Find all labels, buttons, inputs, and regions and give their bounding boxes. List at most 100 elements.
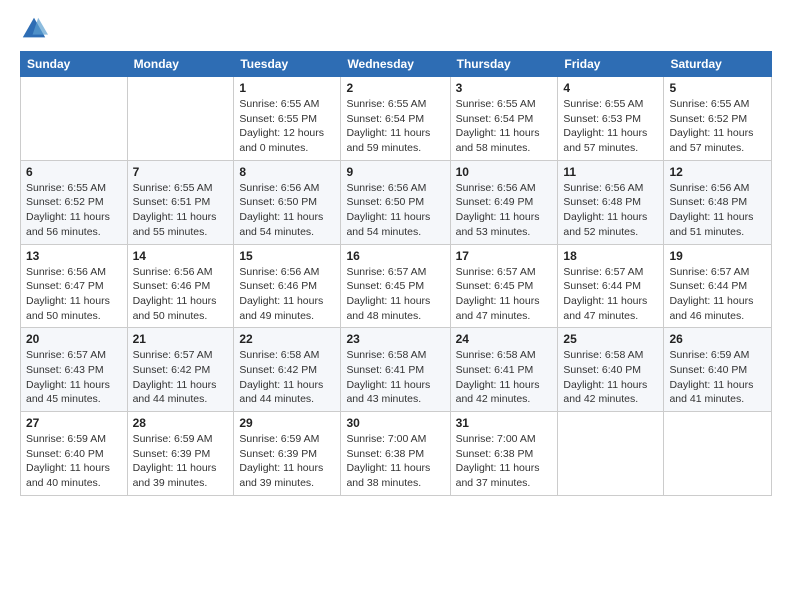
calendar-cell: 16 Sunrise: 6:57 AMSunset: 6:45 PMDayligh… bbox=[341, 244, 450, 328]
day-number: 26 bbox=[669, 332, 766, 346]
weekday-header-wednesday: Wednesday bbox=[341, 52, 450, 77]
logo bbox=[20, 15, 52, 43]
day-number: 6 bbox=[26, 165, 122, 179]
calendar-cell: 5 Sunrise: 6:55 AMSunset: 6:52 PMDaylight… bbox=[664, 77, 772, 161]
day-number: 21 bbox=[133, 332, 229, 346]
day-number: 23 bbox=[346, 332, 444, 346]
day-info: Sunrise: 6:56 AMSunset: 6:50 PMDaylight:… bbox=[239, 181, 335, 240]
day-number: 3 bbox=[456, 81, 553, 95]
day-info: Sunrise: 6:58 AMSunset: 6:40 PMDaylight:… bbox=[563, 348, 658, 407]
day-info: Sunrise: 6:58 AMSunset: 6:41 PMDaylight:… bbox=[456, 348, 553, 407]
day-number: 15 bbox=[239, 249, 335, 263]
calendar-cell: 2 Sunrise: 6:55 AMSunset: 6:54 PMDaylight… bbox=[341, 77, 450, 161]
day-number: 16 bbox=[346, 249, 444, 263]
day-number: 14 bbox=[133, 249, 229, 263]
calendar-cell: 21 Sunrise: 6:57 AMSunset: 6:42 PMDayligh… bbox=[127, 328, 234, 412]
calendar-cell: 3 Sunrise: 6:55 AMSunset: 6:54 PMDaylight… bbox=[450, 77, 558, 161]
calendar-cell: 1Sunrise: 6:55 AMSunset: 6:55 PMDaylight… bbox=[234, 77, 341, 161]
calendar-cell: 23 Sunrise: 6:58 AMSunset: 6:41 PMDayligh… bbox=[341, 328, 450, 412]
weekday-header-friday: Friday bbox=[558, 52, 664, 77]
day-info: Sunrise: 6:55 AMSunset: 6:51 PMDaylight:… bbox=[133, 181, 229, 240]
day-info: Sunrise: 6:58 AMSunset: 6:41 PMDaylight:… bbox=[346, 348, 444, 407]
calendar-cell: 19 Sunrise: 6:57 AMSunset: 6:44 PMDayligh… bbox=[664, 244, 772, 328]
calendar-cell: 6 Sunrise: 6:55 AMSunset: 6:52 PMDaylight… bbox=[21, 160, 128, 244]
day-number: 2 bbox=[346, 81, 444, 95]
day-info: Sunrise: 6:57 AMSunset: 6:43 PMDaylight:… bbox=[26, 348, 122, 407]
calendar-cell: 12Sunrise: 6:56 AMSunset: 6:48 PMDayligh… bbox=[664, 160, 772, 244]
calendar-cell: 28 Sunrise: 6:59 AMSunset: 6:39 PMDayligh… bbox=[127, 412, 234, 496]
day-number: 13 bbox=[26, 249, 122, 263]
day-info: Sunrise: 6:56 AMSunset: 6:46 PMDaylight:… bbox=[133, 265, 229, 324]
day-info: Sunrise: 6:59 AMSunset: 6:40 PMDaylight:… bbox=[669, 348, 766, 407]
day-number: 28 bbox=[133, 416, 229, 430]
week-row-3: 13 Sunrise: 6:56 AMSunset: 6:47 PMDayligh… bbox=[21, 244, 772, 328]
day-info: Sunrise: 6:57 AMSunset: 6:45 PMDaylight:… bbox=[456, 265, 553, 324]
week-row-2: 6 Sunrise: 6:55 AMSunset: 6:52 PMDaylight… bbox=[21, 160, 772, 244]
calendar-cell: 29 Sunrise: 6:59 AMSunset: 6:39 PMDayligh… bbox=[234, 412, 341, 496]
calendar-cell: 22 Sunrise: 6:58 AMSunset: 6:42 PMDayligh… bbox=[234, 328, 341, 412]
day-info: Sunrise: 6:59 AMSunset: 6:39 PMDaylight:… bbox=[133, 432, 229, 491]
week-row-5: 27 Sunrise: 6:59 AMSunset: 6:40 PMDayligh… bbox=[21, 412, 772, 496]
day-number: 27 bbox=[26, 416, 122, 430]
calendar-cell: 15Sunrise: 6:56 AMSunset: 6:46 PMDayligh… bbox=[234, 244, 341, 328]
day-number: 25 bbox=[563, 332, 658, 346]
day-number: 30 bbox=[346, 416, 444, 430]
calendar-cell: 27 Sunrise: 6:59 AMSunset: 6:40 PMDayligh… bbox=[21, 412, 128, 496]
calendar-cell: 20 Sunrise: 6:57 AMSunset: 6:43 PMDayligh… bbox=[21, 328, 128, 412]
day-info: Sunrise: 6:57 AMSunset: 6:42 PMDaylight:… bbox=[133, 348, 229, 407]
calendar-cell: 9 Sunrise: 6:56 AMSunset: 6:50 PMDaylight… bbox=[341, 160, 450, 244]
day-number: 1 bbox=[239, 81, 335, 95]
weekday-header-monday: Monday bbox=[127, 52, 234, 77]
day-number: 5 bbox=[669, 81, 766, 95]
weekday-header-row: SundayMondayTuesdayWednesdayThursdayFrid… bbox=[21, 52, 772, 77]
day-info: Sunrise: 6:56 AMSunset: 6:47 PMDaylight:… bbox=[26, 265, 122, 324]
day-info: Sunrise: 6:59 AMSunset: 6:40 PMDaylight:… bbox=[26, 432, 122, 491]
calendar-cell: 11Sunrise: 6:56 AMSunset: 6:48 PMDayligh… bbox=[558, 160, 664, 244]
calendar-cell: 4Sunrise: 6:55 AMSunset: 6:53 PMDaylight… bbox=[558, 77, 664, 161]
calendar-cell: 30 Sunrise: 7:00 AMSunset: 6:38 PMDayligh… bbox=[341, 412, 450, 496]
calendar-cell: 24 Sunrise: 6:58 AMSunset: 6:41 PMDayligh… bbox=[450, 328, 558, 412]
calendar-cell: 17 Sunrise: 6:57 AMSunset: 6:45 PMDayligh… bbox=[450, 244, 558, 328]
day-number: 9 bbox=[346, 165, 444, 179]
day-info: Sunrise: 6:55 AMSunset: 6:54 PMDaylight:… bbox=[346, 97, 444, 156]
calendar-table: SundayMondayTuesdayWednesdayThursdayFrid… bbox=[20, 51, 772, 496]
day-number: 19 bbox=[669, 249, 766, 263]
day-info: Sunrise: 6:55 AMSunset: 6:52 PMDaylight:… bbox=[26, 181, 122, 240]
day-number: 8 bbox=[239, 165, 335, 179]
calendar-cell: 18Sunrise: 6:57 AMSunset: 6:44 PMDayligh… bbox=[558, 244, 664, 328]
weekday-header-saturday: Saturday bbox=[664, 52, 772, 77]
calendar-cell: 7Sunrise: 6:55 AMSunset: 6:51 PMDaylight… bbox=[127, 160, 234, 244]
day-info: Sunrise: 6:57 AMSunset: 6:45 PMDaylight:… bbox=[346, 265, 444, 324]
week-row-1: 1Sunrise: 6:55 AMSunset: 6:55 PMDaylight… bbox=[21, 77, 772, 161]
day-info: Sunrise: 6:55 AMSunset: 6:52 PMDaylight:… bbox=[669, 97, 766, 156]
day-info: Sunrise: 6:56 AMSunset: 6:50 PMDaylight:… bbox=[346, 181, 444, 240]
day-number: 20 bbox=[26, 332, 122, 346]
day-number: 18 bbox=[563, 249, 658, 263]
calendar-cell bbox=[127, 77, 234, 161]
day-info: Sunrise: 6:57 AMSunset: 6:44 PMDaylight:… bbox=[669, 265, 766, 324]
day-number: 31 bbox=[456, 416, 553, 430]
day-info: Sunrise: 6:56 AMSunset: 6:49 PMDaylight:… bbox=[456, 181, 553, 240]
day-info: Sunrise: 7:00 AMSunset: 6:38 PMDaylight:… bbox=[346, 432, 444, 491]
day-number: 11 bbox=[563, 165, 658, 179]
day-number: 29 bbox=[239, 416, 335, 430]
day-number: 12 bbox=[669, 165, 766, 179]
day-info: Sunrise: 6:59 AMSunset: 6:39 PMDaylight:… bbox=[239, 432, 335, 491]
day-number: 24 bbox=[456, 332, 553, 346]
calendar-cell: 13 Sunrise: 6:56 AMSunset: 6:47 PMDayligh… bbox=[21, 244, 128, 328]
day-info: Sunrise: 6:55 AMSunset: 6:54 PMDaylight:… bbox=[456, 97, 553, 156]
day-info: Sunrise: 7:00 AMSunset: 6:38 PMDaylight:… bbox=[456, 432, 553, 491]
week-row-4: 20 Sunrise: 6:57 AMSunset: 6:43 PMDayligh… bbox=[21, 328, 772, 412]
calendar-cell bbox=[558, 412, 664, 496]
weekday-header-sunday: Sunday bbox=[21, 52, 128, 77]
calendar-cell: 25 Sunrise: 6:58 AMSunset: 6:40 PMDayligh… bbox=[558, 328, 664, 412]
day-number: 17 bbox=[456, 249, 553, 263]
calendar-cell: 26 Sunrise: 6:59 AMSunset: 6:40 PMDayligh… bbox=[664, 328, 772, 412]
day-number: 10 bbox=[456, 165, 553, 179]
weekday-header-thursday: Thursday bbox=[450, 52, 558, 77]
calendar-cell bbox=[664, 412, 772, 496]
day-info: Sunrise: 6:58 AMSunset: 6:42 PMDaylight:… bbox=[239, 348, 335, 407]
day-number: 22 bbox=[239, 332, 335, 346]
logo-icon bbox=[20, 15, 48, 43]
weekday-header-tuesday: Tuesday bbox=[234, 52, 341, 77]
